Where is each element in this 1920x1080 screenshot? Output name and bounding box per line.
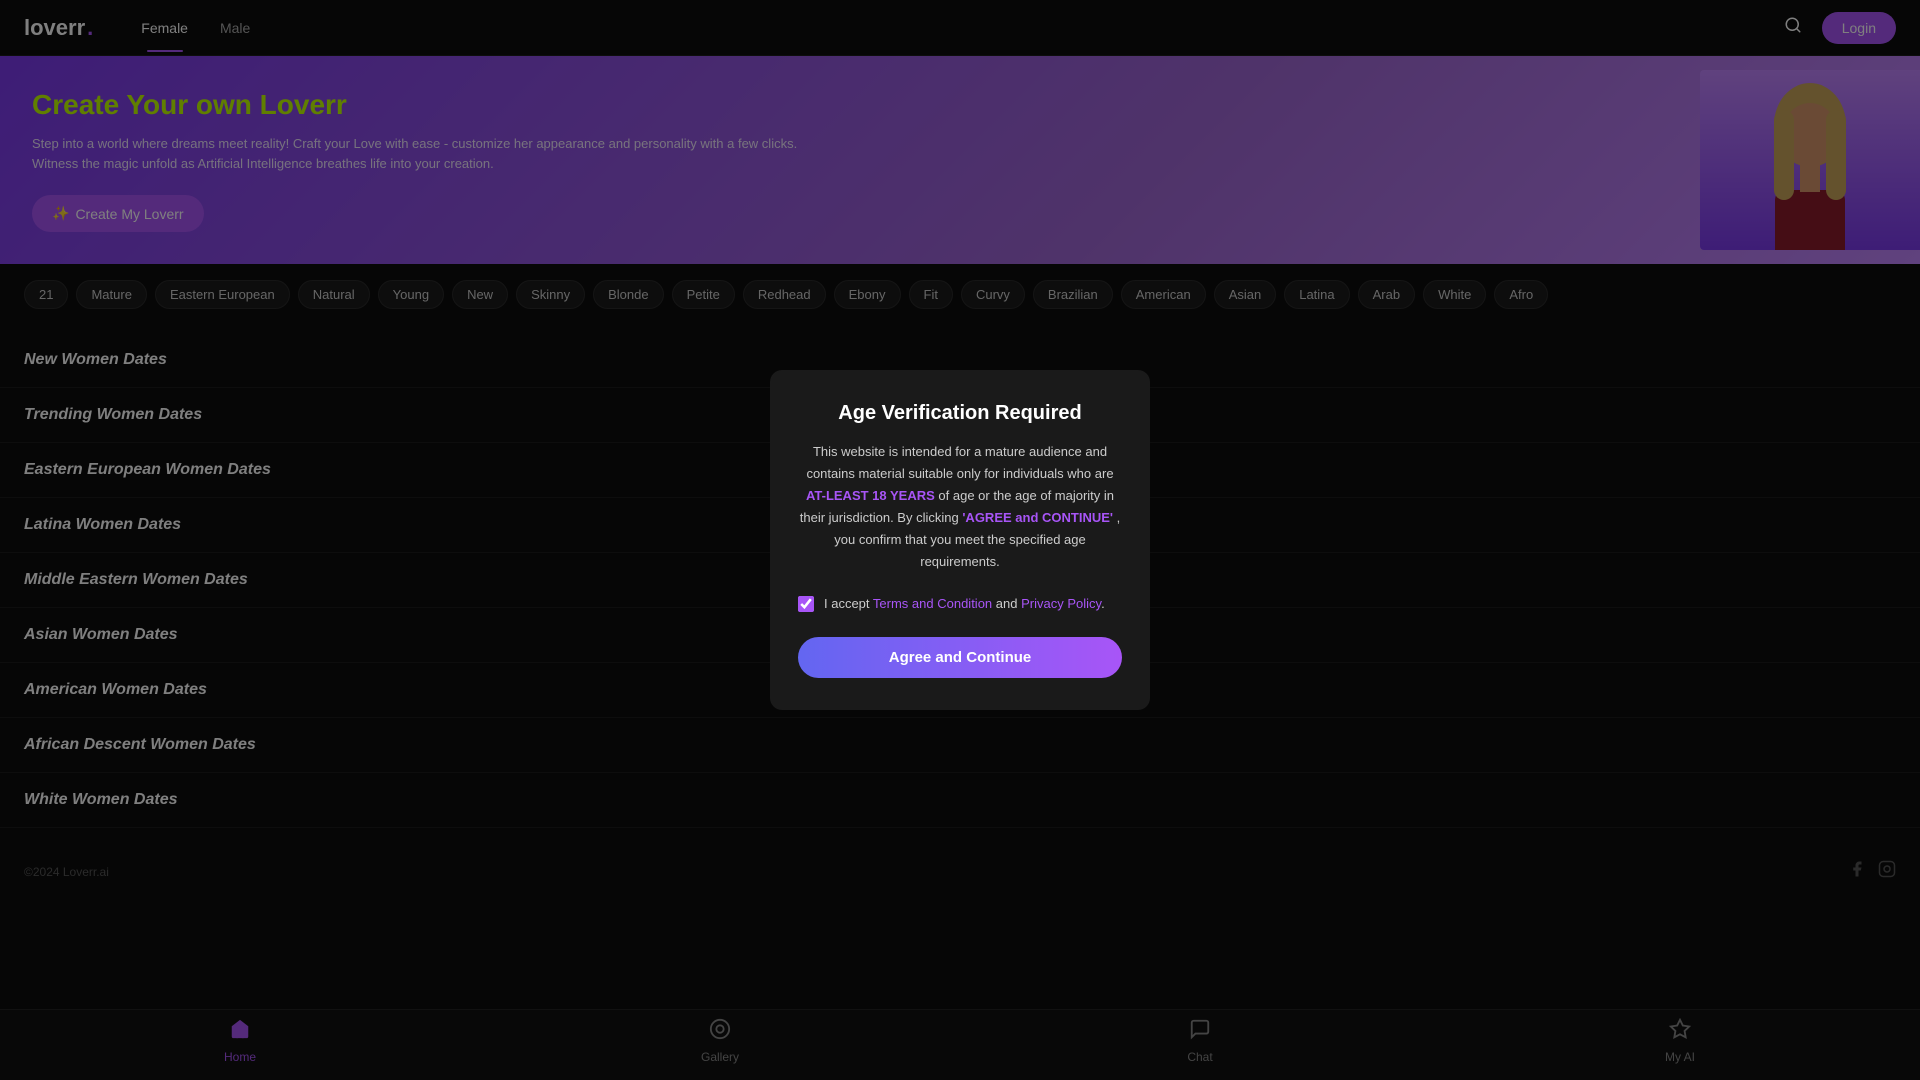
age-verification-modal: Age Verification Required This website i… bbox=[770, 370, 1150, 710]
modal-body: This website is intended for a mature au… bbox=[798, 441, 1122, 574]
modal-age-highlight: AT-LEAST 18 YEARS bbox=[806, 488, 935, 503]
modal-body-1: This website is intended for a mature au… bbox=[806, 444, 1113, 481]
terms-link-text[interactable]: Terms and Condition bbox=[873, 596, 992, 611]
checkbox-suffix: . bbox=[1101, 596, 1105, 611]
terms-label[interactable]: I accept Terms and Condition and Privacy… bbox=[824, 594, 1105, 614]
checkbox-prefix: I accept bbox=[824, 596, 870, 611]
modal-title: Age Verification Required bbox=[798, 402, 1122, 425]
modal-link-highlight: 'AGREE and CONTINUE' bbox=[962, 510, 1113, 525]
and-label: and bbox=[996, 596, 1018, 611]
terms-checkbox-row: I accept Terms and Condition and Privacy… bbox=[798, 594, 1122, 614]
terms-checkbox[interactable] bbox=[798, 596, 814, 612]
agree-continue-button[interactable]: Agree and Continue bbox=[798, 637, 1122, 678]
age-verification-overlay: Age Verification Required This website i… bbox=[0, 0, 1920, 1080]
privacy-link[interactable]: Privacy Policy bbox=[1021, 596, 1101, 611]
